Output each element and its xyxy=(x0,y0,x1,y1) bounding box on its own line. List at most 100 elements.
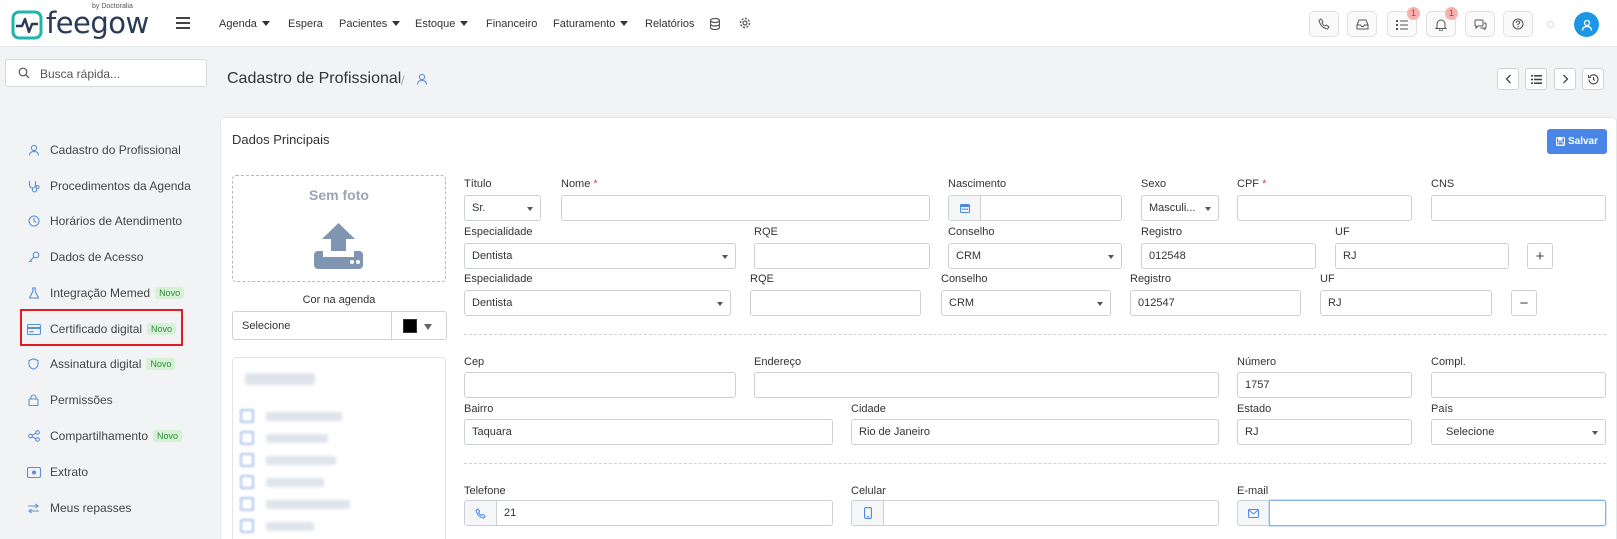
blurred-content xyxy=(266,412,342,421)
nav-pacientes[interactable]: Pacientes xyxy=(339,18,401,30)
rqe-label: RQE xyxy=(750,273,774,285)
nav-relatorios[interactable]: Relatórios xyxy=(645,18,695,30)
estado-input[interactable]: RJ xyxy=(1237,419,1412,445)
list-icon xyxy=(1530,74,1542,84)
uf-label: UF xyxy=(1335,226,1350,238)
unit-checkbox[interactable] xyxy=(240,519,254,533)
help-icon xyxy=(1512,18,1524,30)
rqe-input[interactable] xyxy=(754,243,930,269)
endereco-input[interactable] xyxy=(754,372,1219,398)
email-input[interactable] xyxy=(1269,500,1606,526)
inbox-button[interactable] xyxy=(1347,11,1377,37)
sexo-select[interactable]: Masculi... xyxy=(1141,195,1219,221)
stethoscope-icon xyxy=(26,180,41,193)
clock-icon xyxy=(26,215,41,227)
agenda-color-value: Selecione xyxy=(242,320,291,332)
especialidade-select[interactable]: Dentista xyxy=(464,243,736,269)
unit-checkbox[interactable] xyxy=(240,497,254,511)
phone-button[interactable] xyxy=(1309,11,1339,37)
blurred-content xyxy=(245,373,315,385)
sidebar-item-assinatura[interactable]: Assinatura digital Novo xyxy=(26,354,176,374)
history-button[interactable] xyxy=(1582,68,1604,90)
cns-input[interactable] xyxy=(1431,195,1606,221)
bairro-input[interactable]: Taquara xyxy=(464,419,833,445)
nav-agenda[interactable]: Agenda xyxy=(219,18,270,30)
remove-specialty-button[interactable]: − xyxy=(1511,290,1537,316)
conselho-select[interactable]: CRM xyxy=(948,243,1122,269)
nascimento-input[interactable] xyxy=(980,195,1122,221)
pais-select[interactable]: Selecione xyxy=(1431,419,1606,445)
especialidade-select[interactable]: Dentista xyxy=(464,290,731,316)
nav-estoque[interactable]: Estoque xyxy=(415,18,469,30)
sidebar-item-permissoes[interactable]: Permissões xyxy=(26,390,113,410)
upload-icon xyxy=(312,221,365,271)
nav-faturamento[interactable]: Faturamento xyxy=(553,18,629,30)
cidade-input[interactable]: Rio de Janeiro xyxy=(851,419,1219,445)
blurred-content xyxy=(266,434,328,443)
cep-input[interactable] xyxy=(464,372,736,398)
sidebar-item-dados-acesso[interactable]: Dados de Acesso xyxy=(26,247,143,267)
save-icon xyxy=(1555,137,1565,146)
sidebar-item-extrato[interactable]: Extrato xyxy=(26,462,88,482)
sidebar-item-procedimentos[interactable]: Procedimentos da Agenda xyxy=(26,176,191,196)
nav-espera[interactable]: Espera xyxy=(288,18,323,30)
cep-label: Cep xyxy=(464,356,485,368)
telefone-input[interactable]: 21 xyxy=(496,500,833,526)
user-icon xyxy=(416,73,428,85)
conselho-label: Conselho xyxy=(941,273,988,285)
chevron-down-icon[interactable] xyxy=(424,324,432,330)
sidebar-item-repasses[interactable]: Meus repasses xyxy=(26,498,131,518)
chat-button[interactable] xyxy=(1465,11,1495,37)
conselho-select[interactable]: CRM xyxy=(941,290,1111,316)
add-specialty-button[interactable]: + xyxy=(1527,243,1553,269)
rqe-input[interactable] xyxy=(750,290,921,316)
avatar[interactable] xyxy=(1574,12,1599,37)
unit-checkbox[interactable] xyxy=(240,475,254,489)
minus-icon: − xyxy=(1519,294,1529,312)
uf-input[interactable]: RJ xyxy=(1335,243,1509,269)
nav-financeiro[interactable]: Financeiro xyxy=(486,18,537,30)
calendar-icon xyxy=(959,204,970,213)
sidebar-item-horarios[interactable]: Horários de Atendimento xyxy=(26,211,182,231)
sidebar-item-compartilhamento[interactable]: Compartilhamento Novo xyxy=(26,426,183,446)
cpf-input[interactable] xyxy=(1237,195,1412,221)
nome-input[interactable] xyxy=(561,195,930,221)
next-button[interactable] xyxy=(1554,68,1576,90)
titulo-select[interactable]: Sr. xyxy=(464,195,541,221)
blurred-content xyxy=(266,522,314,531)
email-label: E-mail xyxy=(1237,485,1269,497)
unit-checkbox[interactable] xyxy=(240,453,254,467)
gear-icon[interactable] xyxy=(739,17,751,29)
phone-addon xyxy=(464,500,497,526)
plus-icon: + xyxy=(1535,247,1545,265)
help-button[interactable] xyxy=(1503,11,1533,37)
novo-badge: Novo xyxy=(146,358,176,370)
numero-input[interactable]: 1757 xyxy=(1237,372,1412,398)
color-swatch[interactable] xyxy=(403,319,417,333)
calendar-addon[interactable] xyxy=(948,195,981,221)
unit-checkbox[interactable] xyxy=(240,409,254,423)
card-title: Dados Principais xyxy=(232,132,330,147)
phone-icon xyxy=(475,507,486,519)
agenda-color-select[interactable]: Selecione xyxy=(232,311,447,340)
previous-button[interactable] xyxy=(1497,68,1519,90)
chevron-right-icon xyxy=(1562,74,1568,84)
database-icon[interactable] xyxy=(710,18,720,30)
selection-highlight xyxy=(20,309,183,346)
sidebar-item-memed[interactable]: Integração Memed Novo xyxy=(26,283,185,303)
uf-input[interactable]: RJ xyxy=(1320,290,1492,316)
inbox-icon xyxy=(1356,19,1368,29)
registro-input[interactable]: 012548 xyxy=(1141,243,1316,269)
feegow-logo-icon[interactable] xyxy=(11,10,43,40)
menu-toggle-icon[interactable] xyxy=(176,17,190,29)
novo-badge: Novo xyxy=(153,430,183,442)
celular-input[interactable] xyxy=(883,500,1219,526)
email-addon xyxy=(1237,500,1270,526)
registro-input[interactable]: 012547 xyxy=(1130,290,1301,316)
brand-name[interactable]: feegow xyxy=(46,6,149,40)
sidebar-item-cadastro[interactable]: Cadastro do Profissional xyxy=(26,140,181,160)
unit-checkbox[interactable] xyxy=(240,431,254,445)
save-button[interactable]: Salvar xyxy=(1547,129,1607,154)
compl-input[interactable] xyxy=(1431,372,1606,398)
list-button[interactable] xyxy=(1525,68,1547,90)
